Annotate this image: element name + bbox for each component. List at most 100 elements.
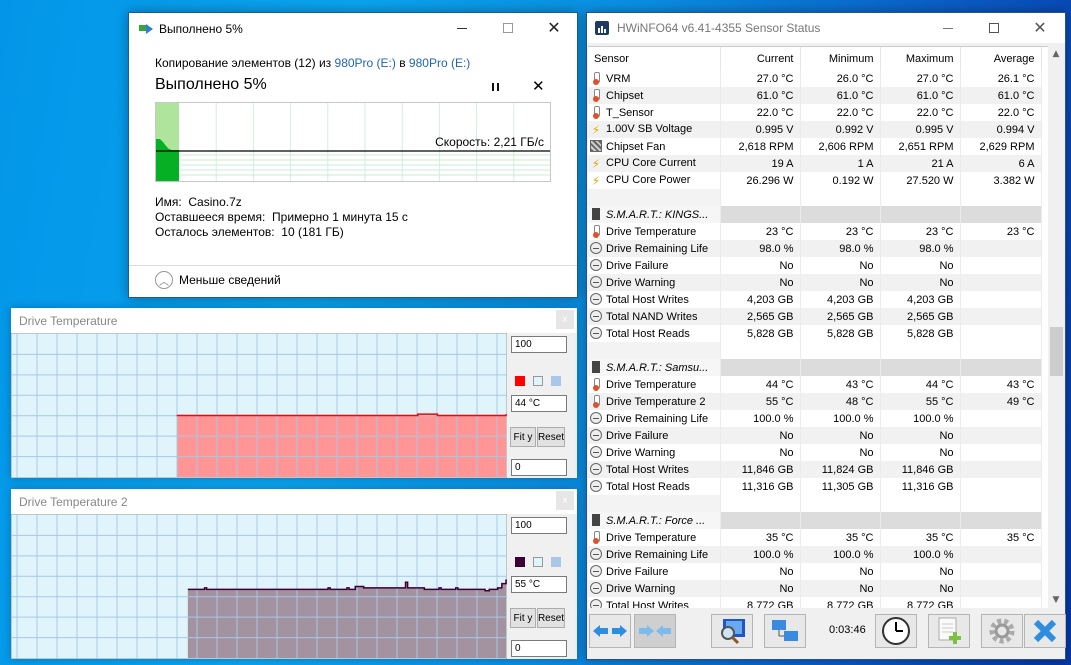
destination-link[interactable]: 980Pro (E:) (409, 56, 470, 70)
value-avg: 43 °C (960, 376, 1042, 393)
sensor-row[interactable]: Drive Warning No No No (588, 274, 1042, 291)
main-window-button[interactable] (711, 614, 753, 648)
sensor-row[interactable]: Drive Failure No No No (588, 257, 1042, 274)
sensor-row[interactable]: Chipset 61.0 °C 61.0 °C 61.0 °C 61.0 °C (588, 87, 1042, 104)
thermometer-icon (590, 89, 602, 102)
graph-title-bar[interactable]: Drive Temperature x (11, 308, 577, 333)
graph-close-button[interactable]: x (556, 491, 574, 510)
drive-chip-icon (592, 361, 600, 373)
sensor-group-header[interactable]: S.M.A.R.T.: Samsu... (588, 359, 1042, 376)
cancel-button[interactable]: ✕ (532, 77, 545, 95)
sensor-row[interactable]: Drive Temperature 44 °C 43 °C 44 °C 43 °C (588, 376, 1042, 393)
sensor-name: Drive Warning (588, 580, 721, 597)
sensor-list[interactable]: Sensor Current Minimum Maximum Average V… (588, 46, 1048, 608)
value-max: 27.0 °C (880, 70, 961, 87)
empty-cell (880, 189, 961, 206)
minimize-button[interactable] (925, 13, 971, 43)
settings-button[interactable] (981, 614, 1023, 648)
graph-title-bar[interactable]: Drive Temperature 2 x (11, 489, 577, 514)
background-color-swatch[interactable] (533, 557, 543, 567)
sensor-row[interactable]: Drive Remaining Life 100.0 % 100.0 % 100.0 … (588, 546, 1042, 563)
reset-button[interactable]: Reset (537, 608, 565, 628)
sensor-row[interactable]: Drive Failure No No No (588, 563, 1042, 580)
empty-cell (880, 342, 961, 359)
sensor-label: VRM (606, 73, 631, 85)
close-sensors-button[interactable] (1024, 614, 1066, 648)
sensor-row[interactable]: Drive Failure No No No (588, 427, 1042, 444)
sensor-group-header[interactable]: S.M.A.R.T.: KINGS... (588, 206, 1042, 223)
value-max: 2,565 GB (880, 308, 961, 325)
clock-icon (590, 582, 602, 594)
sensor-row[interactable]: Drive Warning No No No (588, 444, 1042, 461)
sensor-row[interactable]: Drive Remaining Life 98.0 % 98.0 % 98.0 % (588, 240, 1042, 257)
maximize-button[interactable] (971, 13, 1017, 43)
sensor-group-label: S.M.A.R.T.: Samsu... (606, 362, 709, 374)
fit-y-button[interactable]: Fit y (510, 427, 536, 447)
sensor-label: Drive Failure (606, 566, 669, 578)
column-header-average[interactable]: Average (960, 47, 1042, 70)
close-button[interactable]: ✕ (531, 13, 577, 43)
reset-button[interactable]: Reset (537, 427, 565, 447)
sensor-row[interactable]: Drive Warning No No No (588, 580, 1042, 597)
column-header-maximum[interactable]: Maximum (880, 47, 961, 70)
sensor-row[interactable]: Total Host Writes 4,203 GB 4,203 GB 4,203 G… (588, 291, 1042, 308)
sensor-row[interactable]: Total Host Reads 11,316 GB 11,305 GB 11,316… (588, 478, 1042, 495)
column-header-minimum[interactable]: Minimum (800, 47, 881, 70)
scroll-down-icon[interactable]: ▼ (1048, 592, 1064, 608)
sensor-row[interactable]: Total Host Writes 11,846 GB 11,824 GB 11,84… (588, 461, 1042, 478)
scrollbar-thumb[interactable] (1050, 326, 1063, 376)
sensor-row[interactable]: Drive Temperature 2 55 °C 48 °C 55 °C 49 °C (588, 393, 1042, 410)
grid-color-swatch[interactable] (551, 376, 561, 386)
value-avg: 26.1 °C (960, 70, 1042, 87)
sensor-group-header[interactable]: S.M.A.R.T.: Force ... (588, 512, 1042, 529)
minimize-button[interactable] (439, 13, 485, 43)
sensor-row[interactable]: ⚡ CPU Core Power 26.296 W 0.192 W 27.520 W 3.… (588, 172, 1042, 189)
sensor-row[interactable]: Total NAND Writes 2,565 GB 2,565 GB 2,565 G… (588, 308, 1042, 325)
scroll-up-icon[interactable]: ▲ (1048, 46, 1064, 62)
sensor-row[interactable]: ⚡ CPU Core Current 19 A1 A 21 A6 A (588, 155, 1042, 172)
y-min-field[interactable]: 0 (511, 459, 567, 476)
value-cur: 61.0 °C (720, 87, 801, 104)
network-button[interactable] (764, 614, 806, 648)
sensor-row[interactable]: Total Host Reads 5,828 GB 5,828 GB 5,828 GB (588, 325, 1042, 342)
value-min: No (800, 580, 881, 597)
column-header-sensor[interactable]: Sensor (588, 47, 721, 70)
column-header-current[interactable]: Current (720, 47, 801, 70)
source-link[interactable]: 980Pro (E:) (335, 56, 396, 70)
value-cur: 11,846 GB (720, 461, 801, 478)
sensor-row[interactable]: Drive Temperature 35 °C 35 °C 35 °C 35 °C (588, 529, 1042, 546)
value-min: 22.0 °C (800, 104, 881, 121)
sensor-row[interactable]: Drive Remaining Life 100.0 % 100.0 % 100.0 … (588, 410, 1042, 427)
logging-button[interactable] (928, 614, 970, 648)
sensor-row[interactable]: VRM 27.0 °C 26.0 °C 27.0 °C 26.1 °C (588, 70, 1042, 87)
value-max: 22.0 °C (880, 104, 961, 121)
maximize-button[interactable] (485, 13, 531, 43)
expand-columns-button[interactable] (589, 614, 631, 648)
sensor-row[interactable]: ⚡ 1.00V SB Voltage 0.995 V 0.992 V 0.995 V 0.… (588, 121, 1042, 138)
sensor-row[interactable]: Total Host Writes 8,772 GB 8,772 GB 8,772 G… (588, 597, 1042, 608)
vertical-scrollbar[interactable]: ▲ ▼ (1048, 46, 1064, 608)
sensor-label: Total Host Writes (606, 294, 689, 306)
graph-close-button[interactable]: x (556, 310, 574, 329)
grid-color-swatch[interactable] (551, 557, 561, 567)
sensor-row[interactable]: Chipset Fan 2,618 RPM 2,606 RPM 2,651 RPM 2,… (588, 138, 1042, 155)
less-details-button[interactable]: ︿ Меньше сведений (155, 267, 281, 293)
spacer-row[interactable] (588, 495, 1042, 512)
spacer-row[interactable] (588, 342, 1042, 359)
empty-cell (720, 359, 801, 376)
y-max-field[interactable]: 100 (511, 517, 567, 534)
fit-y-button[interactable]: Fit y (510, 608, 536, 628)
line-color-swatch[interactable] (515, 376, 525, 386)
sensor-row[interactable]: T_Sensor 22.0 °C 22.0 °C 22.0 °C 22.0 °C (588, 104, 1042, 121)
sensor-row[interactable]: Drive Temperature 23 °C 23 °C 23 °C 23 °C (588, 223, 1042, 240)
y-max-field[interactable]: 100 (511, 336, 567, 353)
close-button[interactable]: ✕ (1017, 13, 1063, 43)
background-color-swatch[interactable] (533, 376, 543, 386)
value-min: 0.192 W (800, 172, 881, 189)
y-min-field[interactable]: 0 (511, 640, 567, 657)
reset-timer-button[interactable] (875, 614, 917, 648)
line-color-swatch[interactable] (515, 557, 525, 567)
collapse-columns-button[interactable] (634, 614, 676, 648)
spacer-row[interactable] (588, 189, 1042, 206)
pause-button[interactable] (487, 79, 503, 95)
